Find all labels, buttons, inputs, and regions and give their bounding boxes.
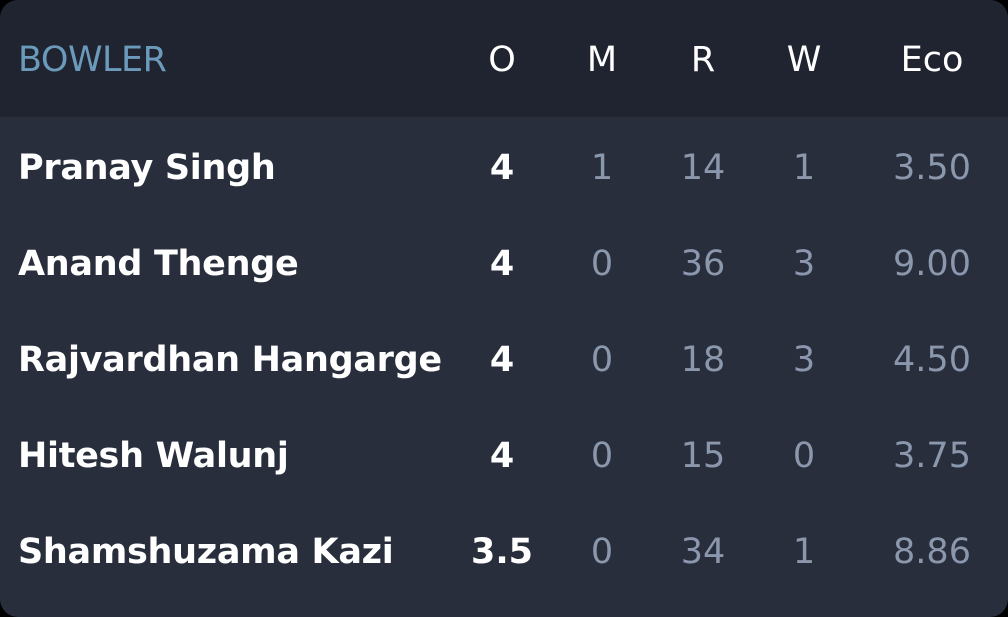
maidens-value: 0 bbox=[590, 244, 614, 284]
table-row[interactable]: Rajvardhan Hangarge… 4 0 18 3 4.50 bbox=[0, 312, 1008, 408]
bowler-name: Rajvardhan Hangarge… bbox=[18, 340, 443, 380]
table-row[interactable]: Hitesh Walunj 4 0 15 0 3.75 bbox=[0, 408, 1008, 504]
economy-value: 9.00 bbox=[893, 244, 971, 284]
overs-value: 4 bbox=[489, 436, 515, 476]
runs-value: 34 bbox=[680, 532, 726, 572]
header-maidens: M bbox=[586, 40, 618, 80]
wickets-value: 0 bbox=[792, 436, 816, 476]
maidens-value: 1 bbox=[590, 148, 614, 188]
bowler-name: Pranay Singh bbox=[18, 148, 276, 188]
economy-value: 4.50 bbox=[893, 340, 971, 380]
wickets-value: 3 bbox=[792, 244, 816, 284]
overs-value: 4 bbox=[489, 244, 515, 284]
economy-value: 3.50 bbox=[893, 148, 971, 188]
runs-value: 15 bbox=[680, 436, 726, 476]
overs-value: 4 bbox=[489, 148, 515, 188]
header-overs: O bbox=[488, 40, 516, 80]
runs-value: 36 bbox=[680, 244, 726, 284]
table-row[interactable]: Shamshuzama Kazi 3.5 0 34 1 8.86 bbox=[0, 504, 1008, 600]
wickets-value: 3 bbox=[792, 340, 816, 380]
maidens-value: 0 bbox=[590, 340, 614, 380]
table-row[interactable]: Anand Thenge 4 0 36 3 9.00 bbox=[0, 216, 1008, 312]
overs-value: 3.5 bbox=[470, 532, 533, 572]
bowler-name: Shamshuzama Kazi bbox=[18, 532, 394, 572]
maidens-value: 0 bbox=[590, 532, 614, 572]
wickets-value: 1 bbox=[792, 532, 816, 572]
economy-value: 8.86 bbox=[893, 532, 971, 572]
header-bowler: BOWLER bbox=[18, 40, 167, 80]
runs-value: 18 bbox=[680, 340, 726, 380]
wickets-value: 1 bbox=[792, 148, 816, 188]
bowling-scorecard: BOWLER O M R W Eco Pranay Singh 4 1 14 1… bbox=[0, 0, 1008, 617]
bowler-name: Hitesh Walunj bbox=[18, 436, 289, 476]
economy-value: 3.75 bbox=[893, 436, 971, 476]
overs-value: 4 bbox=[489, 340, 515, 380]
header-wickets: W bbox=[786, 40, 822, 80]
header-runs: R bbox=[690, 40, 716, 80]
maidens-value: 0 bbox=[590, 436, 614, 476]
bowler-name: Anand Thenge bbox=[18, 244, 299, 284]
runs-value: 14 bbox=[680, 148, 726, 188]
table-row[interactable]: Pranay Singh 4 1 14 1 3.50 bbox=[0, 120, 1008, 216]
header-economy: Eco bbox=[900, 40, 964, 80]
table-header: BOWLER O M R W Eco bbox=[0, 0, 1008, 117]
